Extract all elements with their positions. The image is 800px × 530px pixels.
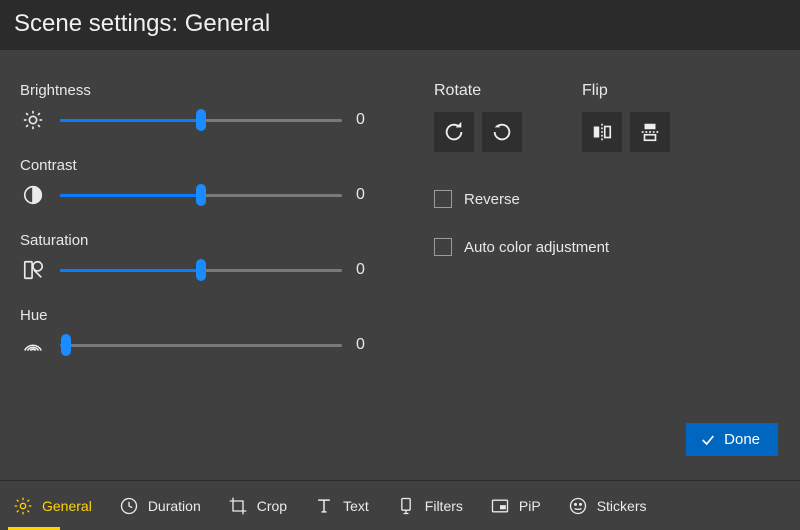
text-icon <box>313 495 335 517</box>
saturation-value: 0 <box>356 261 380 279</box>
saturation-label: Saturation <box>20 232 380 249</box>
tab-crop[interactable]: Crop <box>227 481 287 530</box>
tab-stickers[interactable]: Stickers <box>567 481 647 530</box>
transform-panel: Rotate <box>420 82 782 382</box>
check-icon <box>700 432 716 448</box>
tab-pip[interactable]: PiP <box>489 481 541 530</box>
hue-control: Hue 0 <box>20 307 380 358</box>
hue-icon <box>20 332 46 358</box>
done-label: Done <box>724 431 760 448</box>
page-title: Scene settings: General <box>0 0 800 50</box>
sliders-panel: Brightness 0 Contrast <box>20 82 380 382</box>
tab-label: PiP <box>519 498 541 514</box>
clock-icon <box>118 495 140 517</box>
filters-icon <box>395 495 417 517</box>
saturation-slider[interactable] <box>60 259 342 281</box>
tab-duration[interactable]: Duration <box>118 481 201 530</box>
flip-horizontal-button[interactable] <box>582 112 622 152</box>
tab-label: Crop <box>257 498 287 514</box>
gear-icon <box>12 495 34 517</box>
contrast-label: Contrast <box>20 157 380 174</box>
reverse-checkbox[interactable] <box>434 190 452 208</box>
stickers-icon <box>567 495 589 517</box>
rotate-cw-icon <box>443 121 465 143</box>
rotate-label: Rotate <box>434 82 522 100</box>
tab-bar: General Duration Crop Text F <box>0 480 800 530</box>
done-button[interactable]: Done <box>686 423 778 456</box>
brightness-label: Brightness <box>20 82 380 99</box>
hue-value: 0 <box>356 336 380 354</box>
rotate-ccw-icon <box>491 121 513 143</box>
flip-vertical-button[interactable] <box>630 112 670 152</box>
brightness-slider[interactable] <box>60 109 342 131</box>
crop-icon <box>227 495 249 517</box>
contrast-value: 0 <box>356 186 380 204</box>
pip-icon <box>489 495 511 517</box>
flip-vertical-icon <box>639 121 661 143</box>
saturation-icon <box>20 257 46 283</box>
tab-label: Duration <box>148 498 201 514</box>
tab-text[interactable]: Text <box>313 481 369 530</box>
hue-label: Hue <box>20 307 380 324</box>
contrast-icon <box>20 182 46 208</box>
brightness-value: 0 <box>356 111 380 129</box>
reverse-row: Reverse <box>434 190 782 208</box>
autocolor-row: Auto color adjustment <box>434 238 782 256</box>
hue-slider[interactable] <box>60 334 342 356</box>
contrast-control: Contrast 0 <box>20 157 380 208</box>
tab-filters[interactable]: Filters <box>395 481 463 530</box>
brightness-control: Brightness 0 <box>20 82 380 133</box>
tab-general[interactable]: General <box>12 481 92 530</box>
tab-label: General <box>42 498 92 514</box>
contrast-slider[interactable] <box>60 184 342 206</box>
saturation-control: Saturation 0 <box>20 232 380 283</box>
flip-horizontal-icon <box>591 121 613 143</box>
rotate-ccw-button[interactable] <box>482 112 522 152</box>
autocolor-checkbox[interactable] <box>434 238 452 256</box>
tab-label: Filters <box>425 498 463 514</box>
flip-label: Flip <box>582 82 670 100</box>
reverse-label: Reverse <box>464 191 520 208</box>
tab-label: Stickers <box>597 498 647 514</box>
autocolor-label: Auto color adjustment <box>464 239 609 256</box>
rotate-cw-button[interactable] <box>434 112 474 152</box>
tab-label: Text <box>343 498 369 514</box>
brightness-icon <box>20 107 46 133</box>
